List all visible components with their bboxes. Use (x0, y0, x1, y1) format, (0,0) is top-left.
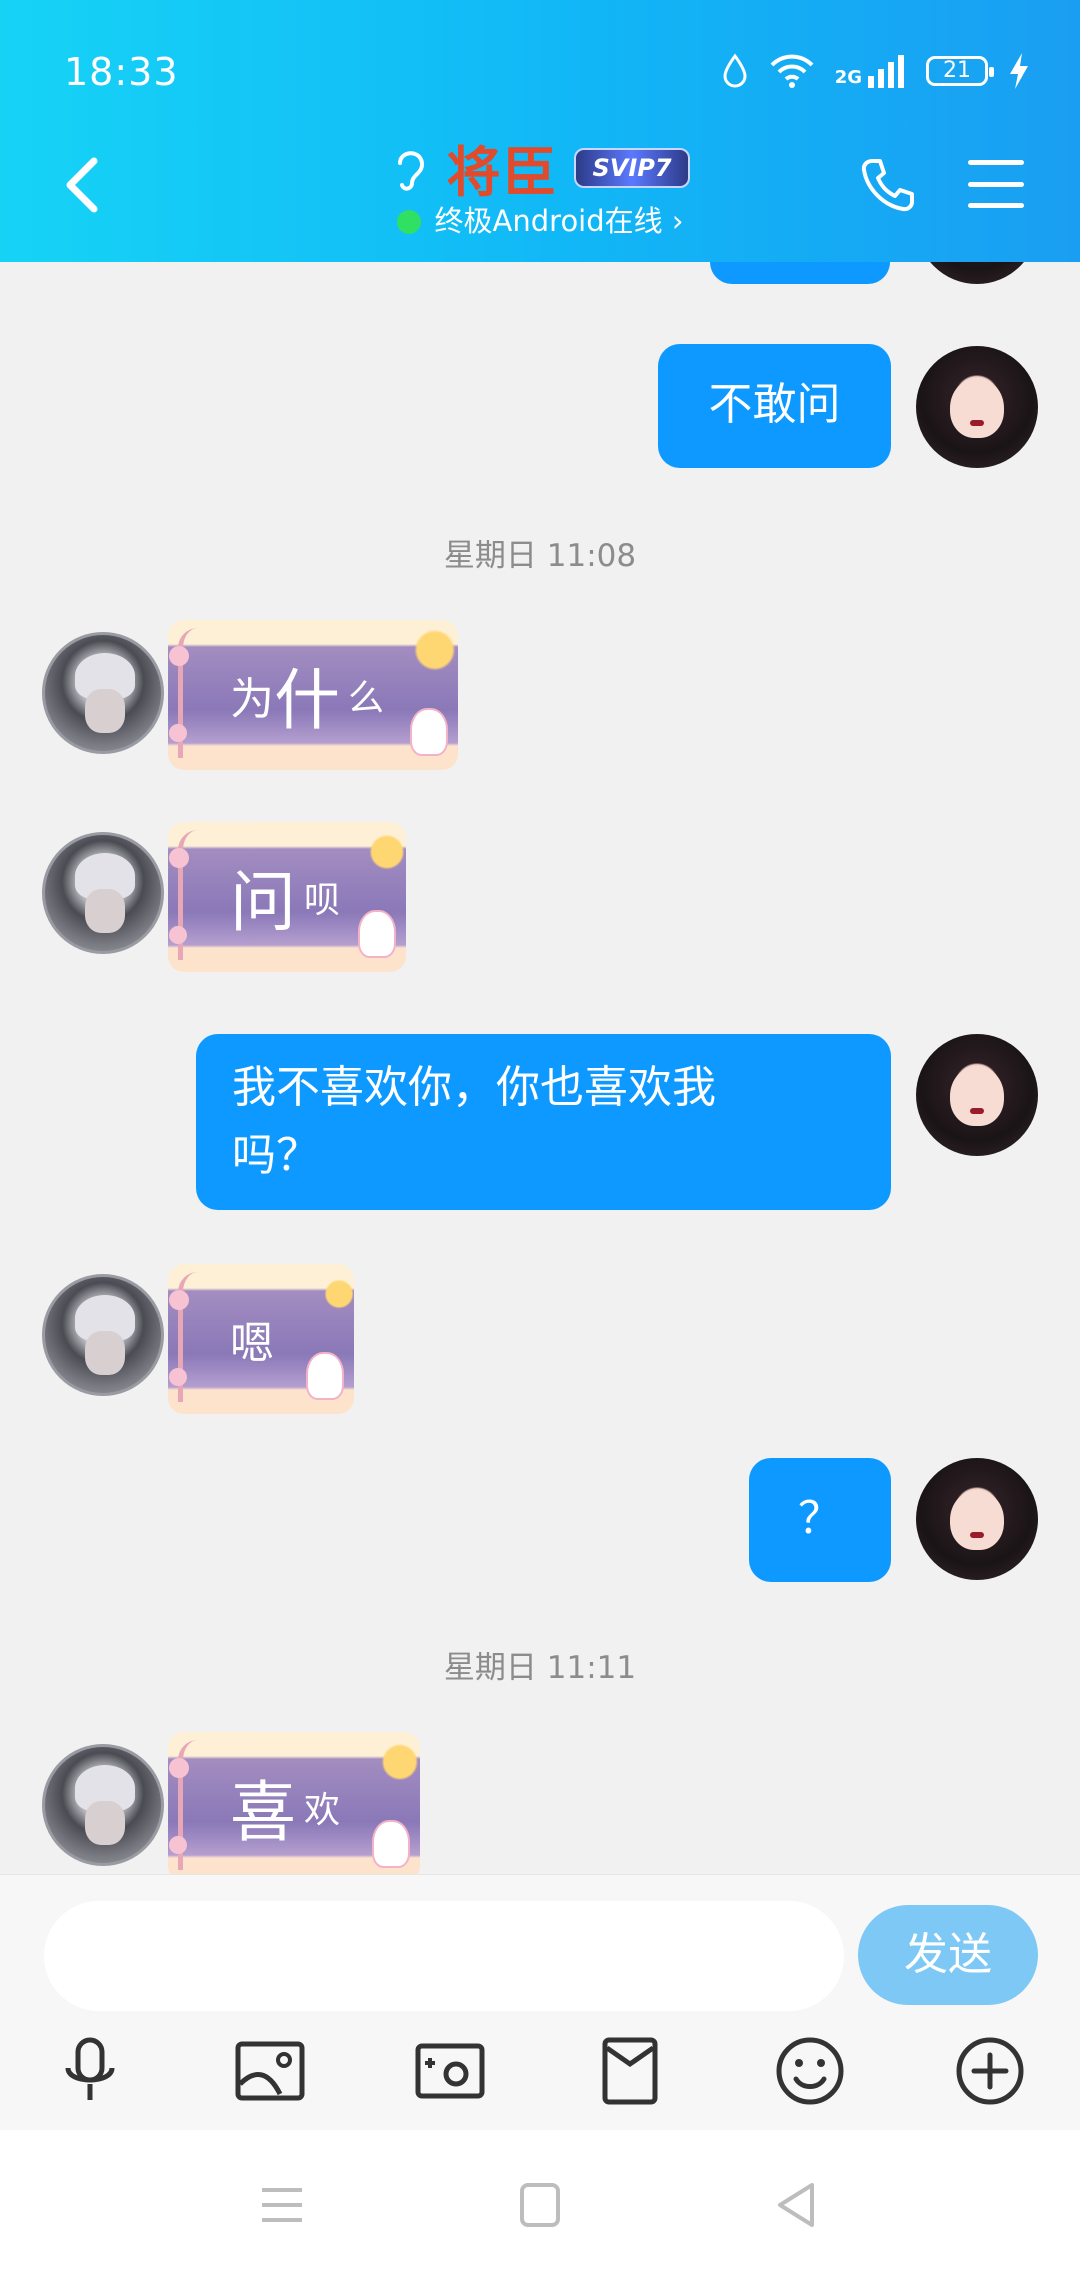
drop-icon (723, 53, 747, 88)
send-button[interactable]: 发送 (858, 1905, 1038, 2005)
system-nav-bar (0, 2130, 1080, 2280)
menu-line (968, 203, 1024, 208)
emoji-icon (776, 2037, 844, 2105)
contact-avatar[interactable] (42, 1744, 164, 1866)
voice-button[interactable] (50, 2031, 130, 2111)
call-button[interactable] (858, 155, 918, 215)
self-avatar[interactable] (916, 346, 1038, 468)
picture-icon (235, 2041, 305, 2101)
menu-line (968, 160, 1024, 165)
phone-icon (861, 159, 914, 212)
emoji-button[interactable] (770, 2031, 850, 2111)
message-bubble-decorated[interactable]: 喜 欢 (168, 1732, 420, 1874)
branch-decoration (169, 628, 218, 758)
signal-icon: 2G (835, 54, 906, 88)
rabbit-decoration (306, 1352, 344, 1400)
vip-badge: SVIP7 (574, 147, 690, 188)
contact-name: 将臣 (446, 141, 559, 204)
online-status[interactable]: 终极Android在线 › (0, 198, 1080, 240)
nav-home-button[interactable] (510, 2180, 570, 2230)
red-packet-icon (602, 2037, 658, 2105)
contact-avatar[interactable] (42, 832, 164, 954)
microphone-icon (65, 2037, 115, 2100)
message-bubble[interactable]: ？ (749, 1458, 891, 1582)
status-icons: 2G 21 (721, 52, 1030, 90)
message-bubble-decorated[interactable]: 嗯 (168, 1264, 354, 1414)
message-bubble-partial[interactable] (710, 262, 890, 284)
message-bubble[interactable]: 不敢问 (658, 344, 891, 468)
menu-line (968, 181, 1024, 187)
nav-menu-button[interactable] (252, 2180, 312, 2230)
timestamp: 星期日 11:08 (443, 538, 637, 574)
menu-button[interactable] (968, 160, 1024, 208)
contact-avatar[interactable] (42, 632, 164, 754)
input-toolbar (0, 2031, 1080, 2123)
nav-back-button[interactable] (768, 2180, 828, 2230)
online-dot-icon (396, 210, 421, 234)
rabbit-decoration (372, 1820, 410, 1868)
ear-icon (398, 150, 425, 191)
chat-header: 18:33 2G 21 将臣 SVIP7 终极Android在线 › (0, 0, 1080, 262)
menu-icon (262, 2188, 302, 2222)
branch-decoration (169, 1272, 218, 1402)
timestamp: 星期日 11:11 (443, 1650, 637, 1686)
plus-icon (956, 2037, 1024, 2105)
rabbit-decoration (358, 910, 396, 958)
self-avatar[interactable] (916, 262, 1038, 284)
rabbit-decoration (410, 708, 448, 756)
message-input[interactable] (44, 1901, 844, 2011)
charging-icon (1010, 53, 1028, 89)
wifi-icon (770, 54, 814, 88)
title-block[interactable]: 将臣 SVIP7 (0, 128, 1080, 207)
picture-button[interactable] (230, 2031, 310, 2111)
message-bubble-decorated[interactable]: 问 呗 (168, 822, 406, 972)
branch-decoration (169, 1740, 218, 1870)
chat-messages[interactable]: 不敢问 星期日 11:08 为 什 么 问 呗 我不喜欢你，你也喜欢我 吗？ 嗯… (0, 262, 1080, 1874)
camera-button[interactable] (410, 2031, 490, 2111)
self-avatar[interactable] (916, 1034, 1038, 1156)
home-square-icon (520, 2183, 560, 2227)
red-packet-button[interactable] (590, 2031, 670, 2111)
message-bubble[interactable]: 我不喜欢你，你也喜欢我 吗？ (196, 1034, 891, 1210)
more-button[interactable] (950, 2031, 1030, 2111)
camera-icon (415, 2043, 485, 2099)
status-time: 18:33 (64, 50, 179, 94)
message-bubble-decorated[interactable]: 为 什 么 (168, 620, 458, 770)
input-area: 发送 (0, 1874, 1080, 2130)
back-triangle-icon (778, 2183, 814, 2227)
branch-decoration (169, 830, 218, 960)
self-avatar[interactable] (916, 1458, 1038, 1580)
contact-avatar[interactable] (42, 1274, 164, 1396)
battery-icon: 21 (926, 56, 994, 86)
